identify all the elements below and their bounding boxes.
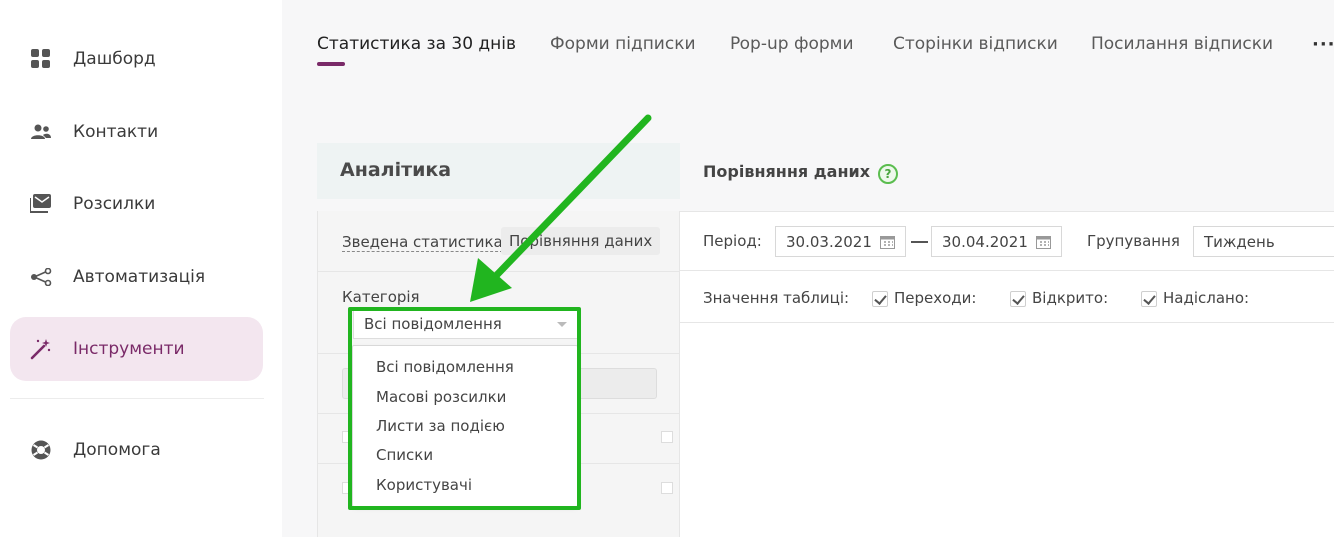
divider [680,270,1334,271]
grouping-value: Тиждень [1204,233,1275,251]
sidebar-item-label: Дашборд [73,49,156,69]
analytics-header: Аналітика [317,143,680,199]
tab-stats-30-days[interactable]: Статистика за 30 днів [317,34,516,54]
sidebar-item-label: Допомога [73,440,161,460]
subtab-data-comparison[interactable]: Порівняння даних [501,227,661,255]
dashboard-grid-icon [30,48,52,70]
row-checkbox[interactable] [661,431,673,443]
checkbox-sent[interactable] [1141,291,1157,307]
calendar-icon [1036,236,1051,249]
help-lifebuoy-icon [30,439,52,461]
more-tabs-button[interactable]: ··· [1312,34,1334,55]
main-content: Статистика за 30 днів Форми підписки Pop… [282,0,1334,537]
tab-bar: Статистика за 30 днів Форми підписки Pop… [282,0,1334,80]
sidebar-item-dashboard[interactable]: Дашборд [10,27,263,91]
subtab-summary-stats[interactable]: Зведена статистика [342,233,503,252]
date-range-dash [911,241,928,243]
tab-popup-forms[interactable]: Pop-up форми [730,34,854,54]
comparison-title: Порівняння даних [703,162,871,181]
checkbox-opened[interactable] [1010,291,1026,307]
sidebar-item-automation[interactable]: Автоматизація [10,245,263,309]
sidebar-item-mailings[interactable]: Розсилки [10,172,263,236]
checkbox-clicks-label: Переходи: [894,289,977,307]
date-from-field[interactable]: 30.03.2021 [775,226,906,257]
mailing-icon [30,193,52,215]
sidebar-item-label: Розсилки [73,194,156,214]
active-tab-underline [317,62,345,66]
analytics-title: Аналітика [340,159,452,181]
checkbox-clicks[interactable] [872,291,888,307]
date-to-value: 30.04.2021 [942,233,1028,251]
sidebar-item-contacts[interactable]: Контакти [10,100,263,164]
automation-icon [30,266,52,288]
help-icon[interactable]: ? [878,164,898,184]
grouping-label: Групування [1087,232,1180,250]
comparison-panel: Період: 30.03.2021 30.04.2021 Групування… [680,211,1334,537]
sidebar-item-label: Контакти [73,122,159,142]
divider [318,271,679,272]
period-label: Період: [703,232,762,250]
sidebar-divider [10,398,264,399]
date-to-field[interactable]: 30.04.2021 [931,226,1062,257]
date-from-value: 30.03.2021 [786,233,872,251]
sidebar-item-label: Автоматизація [73,267,206,287]
tab-unsubscribe-pages[interactable]: Сторінки відписки [893,34,1058,54]
row-checkbox[interactable] [661,482,673,494]
calendar-icon [880,236,895,249]
checkbox-sent-label: Надіслано: [1163,289,1250,307]
checkbox-opened-label: Відкрито: [1032,289,1109,307]
tab-subscription-forms[interactable]: Форми підписки [550,34,696,54]
sidebar: Дашборд Контакти Розсилки Автоматизація … [0,0,282,537]
grouping-select[interactable]: Тиждень [1193,226,1334,257]
divider [680,322,1334,323]
sidebar-item-tools[interactable]: Інструменти [10,317,263,381]
tab-unsubscribe-links[interactable]: Посилання відписки [1091,34,1273,54]
magic-wand-icon [30,338,52,360]
annotation-highlight-box [348,307,581,510]
table-values-label: Значення таблиці: [703,289,850,307]
sidebar-item-label: Інструменти [73,339,185,359]
contacts-icon [30,121,52,143]
sidebar-item-help[interactable]: Допомога [10,418,263,482]
category-label: Категорія [342,288,420,306]
